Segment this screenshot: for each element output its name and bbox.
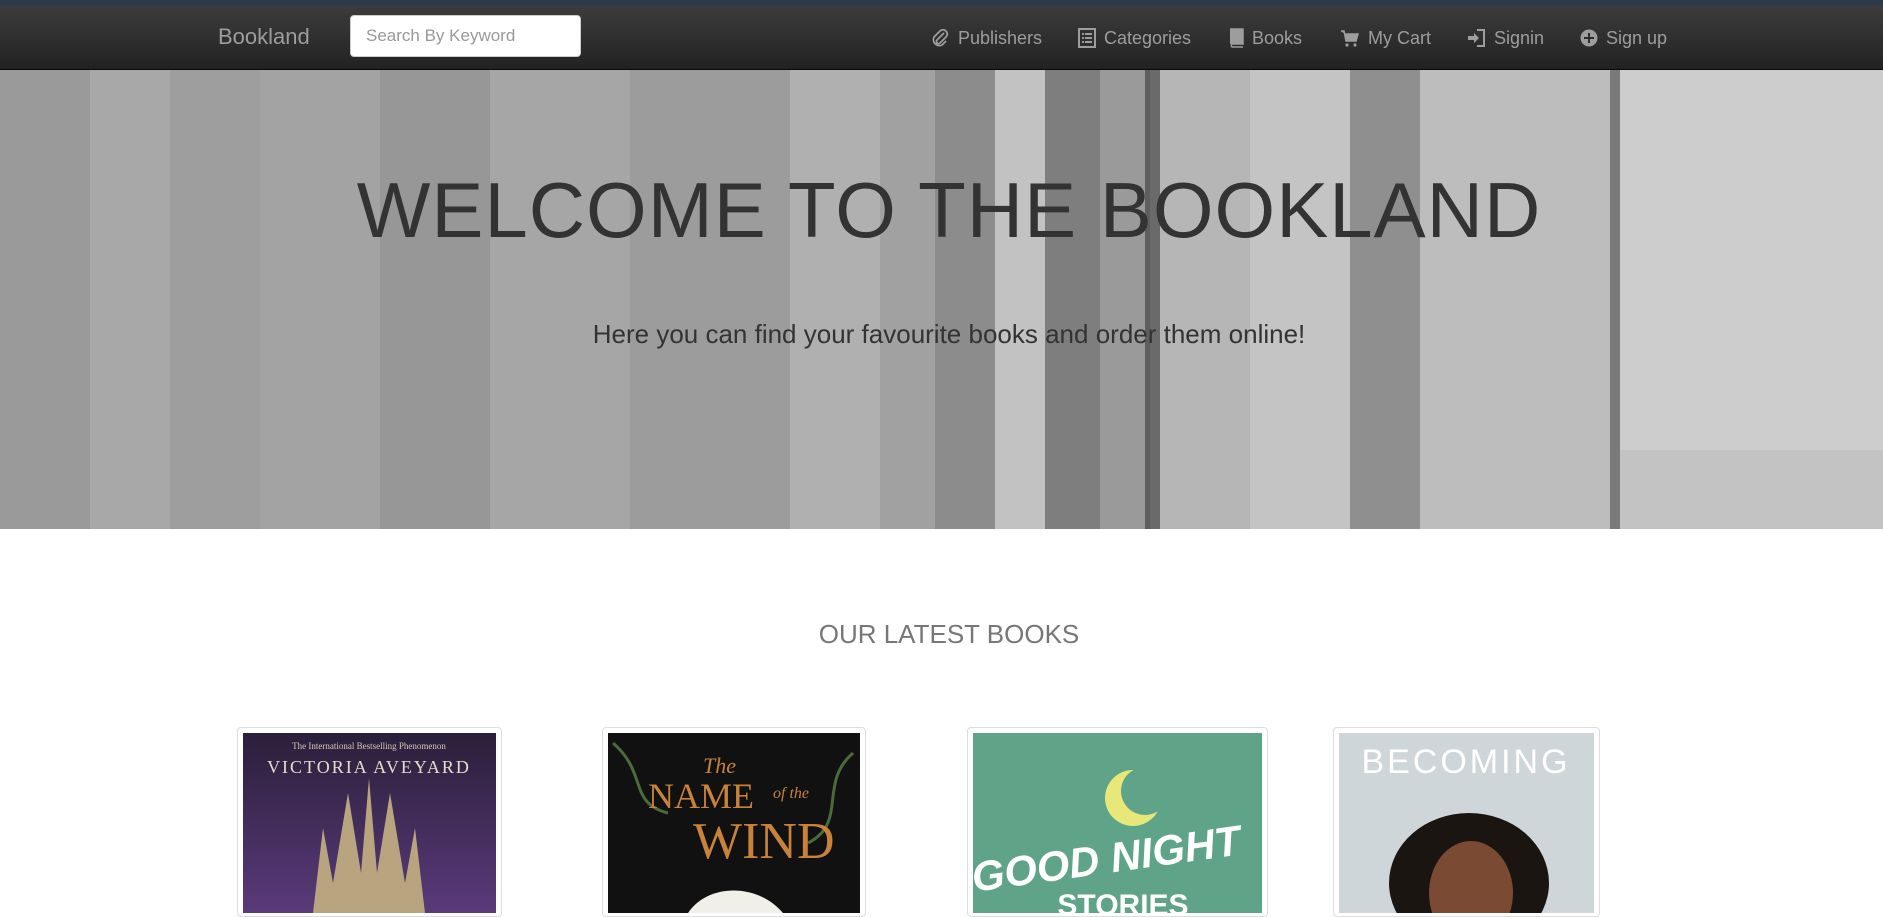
latest-books-heading: OUR LATEST BOOKS [818,619,1080,649]
list-icon [1078,28,1096,48]
paperclip-icon [932,28,949,47]
hero-banner: WELCOME TO THE BOOKLAND Here you can fin… [0,70,1883,529]
book-icon [1230,28,1244,48]
brand-link[interactable]: Bookland [218,24,310,50]
nav-my-cart-label: My Cart [1368,27,1431,48]
hero-subtitle: Here you can find your favourite books a… [592,319,1306,349]
book-card[interactable]: The International Bestselling Phenomenon… [237,727,502,917]
plus-circle-icon [1580,29,1598,47]
nav-categories-label: Categories [1104,27,1192,48]
nav-signin-label: Signin [1494,27,1545,48]
book-cover-image: GOOD NIGHT STORIES [973,733,1262,913]
book-cover-title: BECOMING [1361,743,1570,781]
book-cover-title-2: STORIES [1057,889,1188,913]
log-in-icon [1468,29,1485,47]
hero-title: WELCOME TO THE BOOKLAND [356,166,1542,254]
book-cover-title-4: WIND [693,813,835,870]
nav-books-label: Books [1252,27,1303,48]
book-cover-tagline: The International Bestselling Phenomenon [292,741,446,751]
book-cover-title-2: NAME [648,776,754,816]
nav-publishers[interactable]: Publishers [930,6,1042,70]
book-cover-title-3: of the [773,785,809,802]
search-input[interactable] [350,15,581,57]
book-card[interactable]: GOOD NIGHT STORIES [967,727,1268,917]
book-card[interactable]: BECOMING [1333,727,1600,917]
book-cover-author: VICTORIA AVEYARD [267,757,471,777]
nav-sign-up-label: Sign up [1606,27,1668,48]
nav-publishers-label: Publishers [958,27,1043,48]
cart-icon [1341,30,1359,47]
book-cover-image: The NAME of the WIND [608,733,860,913]
nav-categories[interactable]: Categories [1078,6,1191,70]
nav-my-cart[interactable]: My Cart [1340,6,1431,70]
book-card[interactable]: The NAME of the WIND [602,727,866,917]
nav-books[interactable]: Books [1228,6,1302,70]
book-cover-image: The International Bestselling Phenomenon… [243,733,496,913]
book-cover-title-1: The [703,753,736,778]
book-cover-image: BECOMING [1339,733,1594,913]
nav-sign-up[interactable]: Sign up [1580,6,1667,70]
bookshelf-background-image [0,70,1883,529]
nav-signin[interactable]: Signin [1466,6,1544,70]
navbar: Bookland Publishers Categories Books My … [0,6,1883,70]
